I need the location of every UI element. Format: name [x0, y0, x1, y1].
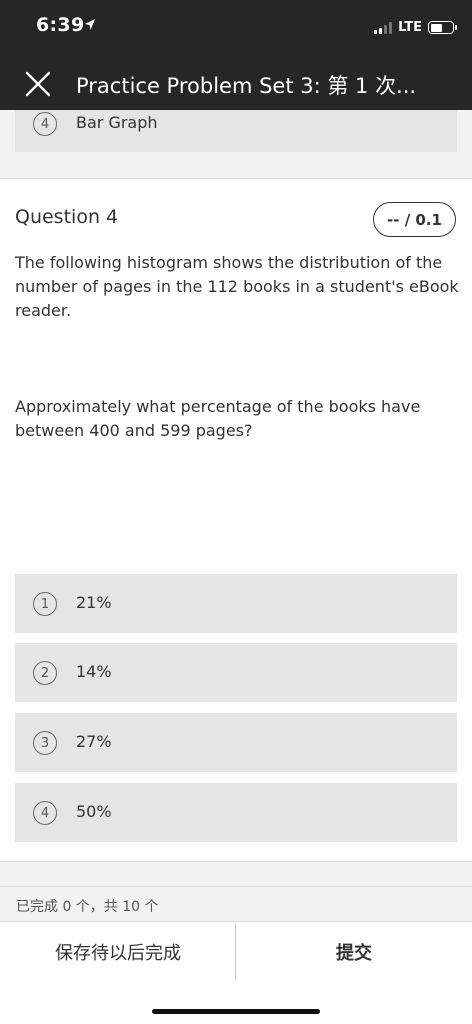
location-arrow-icon [85, 19, 95, 30]
progress-bar: 已完成 0 个，共 10 个 [0, 886, 472, 922]
answer-option-2[interactable]: 2 14% [15, 643, 457, 702]
option-label: 21% [76, 593, 112, 612]
question-ask: Approximately what percentage of the boo… [15, 397, 421, 440]
battery-icon [428, 21, 457, 34]
status-indicators: LTE [374, 20, 457, 35]
bottom-action-bar: 保存待以后完成 提交 [0, 922, 472, 1024]
previous-answer-option[interactable]: 4 Bar Graph [15, 110, 457, 152]
option-number: 4 [33, 801, 57, 825]
save-for-later-button[interactable]: 保存待以后完成 [0, 922, 236, 982]
home-indicator[interactable] [152, 1009, 320, 1014]
progress-text: 已完成 0 个，共 10 个 [16, 899, 159, 915]
close-icon[interactable] [24, 70, 52, 98]
question-card: Question 4 -- / 0.1 The following histog… [0, 178, 472, 862]
answer-option-1[interactable]: 1 21% [15, 574, 457, 633]
option-label: 14% [76, 662, 112, 681]
network-type: LTE [398, 20, 422, 35]
question-prompt: The following histogram shows the distri… [15, 253, 459, 320]
option-number: 4 [33, 112, 57, 136]
question-title: Question 4 [15, 206, 119, 228]
option-label: 50% [76, 802, 112, 821]
option-label: Bar Graph [76, 113, 158, 132]
option-number: 3 [33, 731, 57, 755]
answer-option-4[interactable]: 4 50% [15, 783, 457, 842]
submit-button[interactable]: 提交 [236, 922, 472, 982]
page-title: Practice Problem Set 3: 第 1 次... [76, 74, 417, 98]
option-number: 1 [33, 592, 57, 616]
score-badge: -- / 0.1 [373, 202, 456, 237]
signal-bars-icon [374, 21, 393, 34]
status-bar: 6:39 LTE [0, 0, 472, 58]
option-number: 2 [33, 661, 57, 685]
option-label: 27% [76, 732, 112, 751]
answer-option-3[interactable]: 3 27% [15, 713, 457, 772]
status-time: 6:39 [36, 14, 85, 36]
nav-bar: Practice Problem Set 3: 第 1 次... [0, 58, 472, 110]
